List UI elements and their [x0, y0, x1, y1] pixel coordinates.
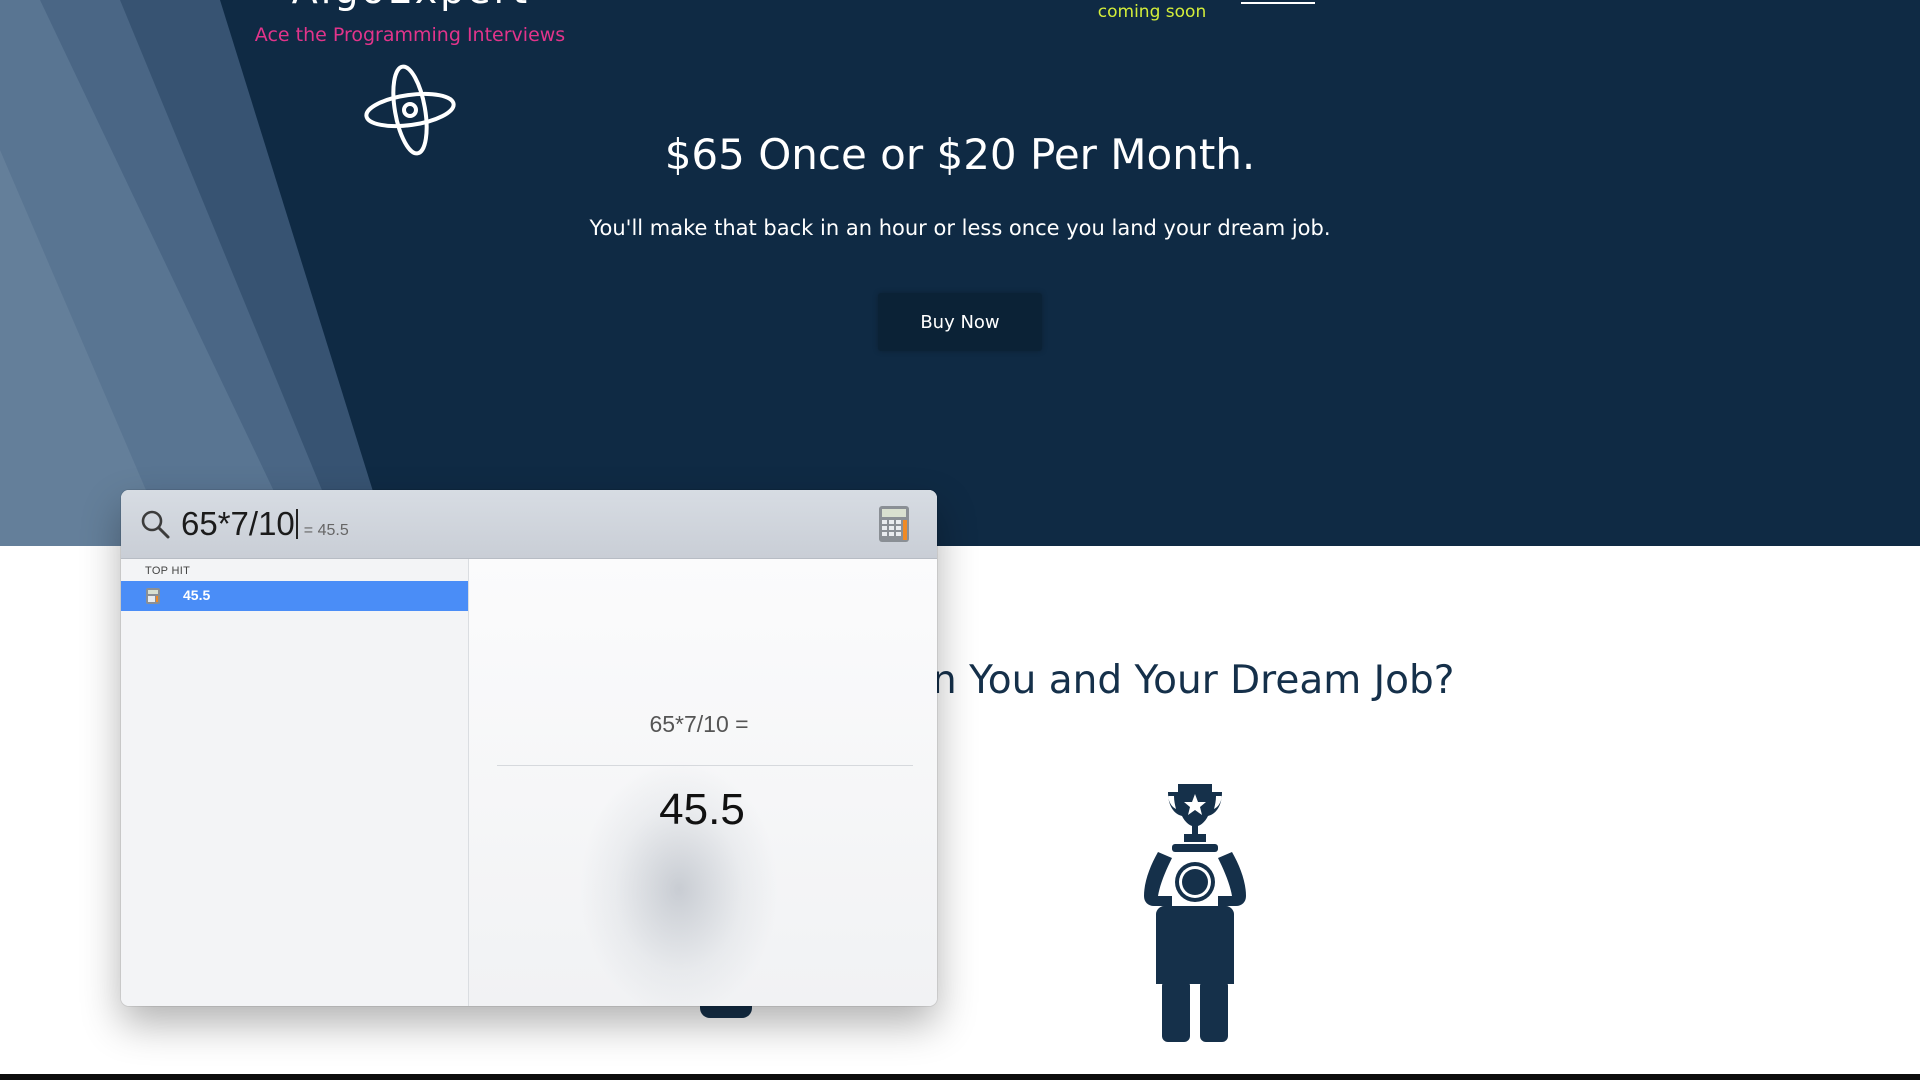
bottom-edge-bar	[0, 1074, 1920, 1080]
spotlight-preview-pane: 65*7/10 = 45.5	[469, 559, 937, 1006]
spotlight-results-list: TOP HIT 45.5	[121, 559, 469, 1006]
trophy-person-icon	[1144, 784, 1246, 1042]
section-heading: n You and Your Dream Job?	[932, 658, 1455, 703]
nav-active-underline	[1241, 2, 1315, 4]
coming-soon-badge: coming soon	[1097, 2, 1207, 22]
calculator-icon[interactable]	[877, 504, 911, 544]
search-icon	[141, 510, 170, 539]
spotlight-search-input[interactable]: 65*7/10 = 45.5	[181, 504, 349, 544]
brand-name[interactable]: AlgoExpert	[246, 0, 576, 10]
spotlight-search-bar[interactable]: 65*7/10 = 45.5	[121, 490, 937, 559]
pricing-title: $65 Once or $20 Per Month.	[664, 130, 1256, 179]
inline-result: = 45.5	[303, 522, 349, 539]
nav-item-stub[interactable]	[672, 0, 732, 6]
preview-divider	[497, 765, 913, 766]
top-hit-result-label: 45.5	[183, 587, 211, 603]
top-hit-result-row[interactable]: 45.5	[121, 581, 468, 611]
text-caret	[295, 509, 298, 539]
calculator-icon	[146, 588, 160, 604]
buy-now-button[interactable]: Buy Now	[878, 293, 1042, 351]
screen: AlgoExpert Ace the Programming Interview…	[0, 0, 1920, 1080]
query-text: 65*7/10	[181, 505, 295, 542]
preview-result[interactable]: 45.5	[469, 785, 935, 835]
light-beams	[0, 0, 390, 546]
atom-logo-icon[interactable]	[360, 62, 460, 162]
spotlight-window[interactable]: 65*7/10 = 45.5 TOP HIT 45.5 65*7/10 = 45…	[121, 490, 937, 1006]
preview-expression: 65*7/10 =	[649, 711, 749, 737]
pricing-subtitle: You'll make that back in an hour or less…	[589, 216, 1331, 240]
brand-tagline: Ace the Programming Interviews	[254, 24, 566, 46]
top-hit-label: TOP HIT	[145, 565, 191, 577]
pricing-hero: AlgoExpert Ace the Programming Interview…	[0, 0, 1920, 546]
